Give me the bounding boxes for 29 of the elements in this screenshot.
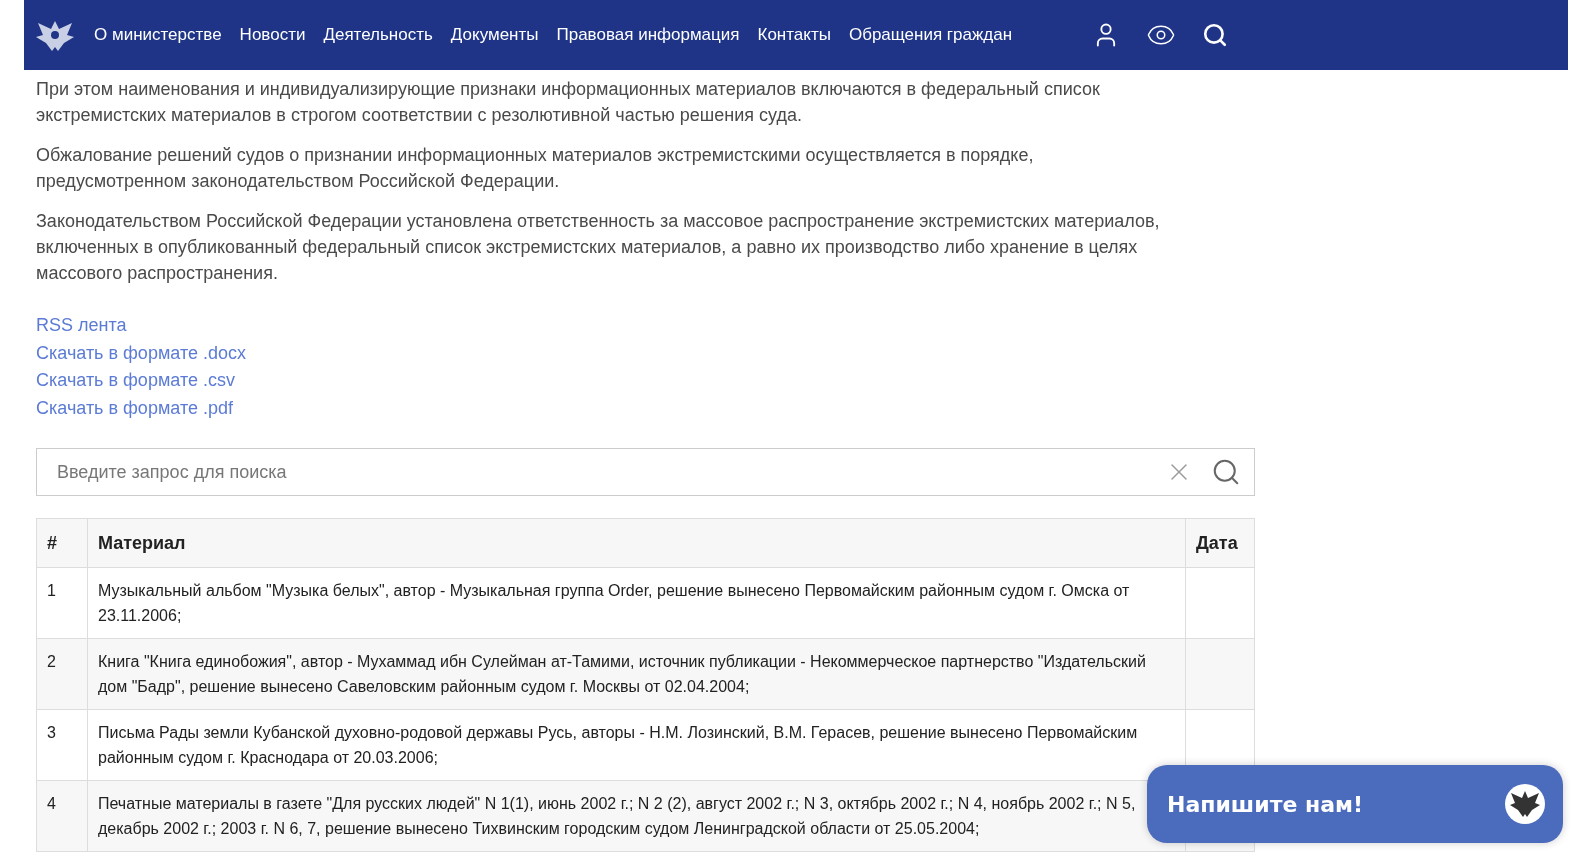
download-link[interactable]: Скачать в формате .docx xyxy=(36,339,246,367)
nav-link[interactable]: Правовая информация xyxy=(556,25,740,45)
search-icon[interactable] xyxy=(1202,22,1229,48)
table-cell: Книга "Книга единобожия", автор - Мухаммад ибн Сулейман ат-Тамими, источник публикации - Некоммерческое партнерство "Издательский дом "Бадр", решение вынесено Савеловским районным судом г. Москвы от 02.04.2004; xyxy=(87,638,1186,710)
search-icon[interactable] xyxy=(1211,457,1241,487)
column-header: Дата xyxy=(1185,518,1255,568)
chat-button[interactable]: Напишите нам! xyxy=(1147,765,1563,843)
table-cell: 2 xyxy=(36,638,88,710)
table-cell: 3 xyxy=(36,709,88,781)
column-header: # xyxy=(36,518,88,568)
paragraph: Законодательством Российской Федерации установлена ответственность за массовое распространение экстремистских материалов, включенных в опубликованный федеральный список экстремистских материалов, а равно их производство либо хранение в целях массового распространения. xyxy=(36,210,1161,285)
table-cell: Музыкальный альбом "Музыка белых", автор - Музыкальная группа Order, решение вынесено Первомайским районным судом г. Омска от 23.11.2006; xyxy=(87,567,1186,639)
download-link[interactable]: Скачать в формате .pdf xyxy=(36,394,233,422)
nav-link[interactable]: Новости xyxy=(239,25,306,45)
nav-link[interactable]: О министерстве xyxy=(94,25,222,45)
nav-link[interactable]: Обращения граждан xyxy=(848,25,1013,45)
nav-link[interactable]: Документы xyxy=(450,25,539,45)
table-cell: 4 xyxy=(36,780,88,852)
nav-link[interactable]: Деятельность xyxy=(323,25,433,45)
search-field[interactable]: Введите запрос для поиска xyxy=(36,448,1255,496)
table-cell: Письма Рады земли Кубанской духовно-родовой державы Русь, авторы - Н.М. Лозинский, В.М. Герасев, решение вынесено Первомайским районным судом г. Краснодара от 20.03.2006; xyxy=(87,709,1186,781)
column-header: Материал xyxy=(87,518,1186,568)
download-link[interactable]: Скачать в формате .csv xyxy=(36,367,235,395)
emblem-icon xyxy=(1505,784,1545,824)
table-cell: 1 xyxy=(36,567,88,639)
download-link[interactable]: RSS лента xyxy=(36,312,127,340)
nav-link[interactable]: Контакты xyxy=(757,25,831,45)
paragraph: Обжалование решений судов о признании информационных материалов экстремистскими осуществляется в порядке, предусмотренном законодательством Российской Федерации. xyxy=(36,144,1035,193)
paragraph: При этом наименования и индивидуализирующие признаки информационных материалов включаются в федеральный список экстремистских материалов в строгом соответствии с резолютивной частью решения суда. xyxy=(36,78,1101,127)
